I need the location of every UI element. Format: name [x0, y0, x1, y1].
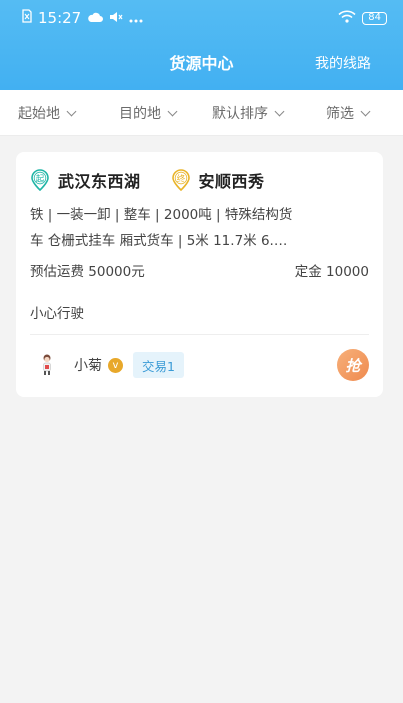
filter-origin-label: 起始地 [18, 106, 60, 122]
sim-icon [22, 9, 32, 27]
origin-text: 武汉东西湖 [58, 172, 141, 191]
wifi-icon [338, 9, 356, 27]
app-header: 15:27 84 货源中心 我的线路 [0, 0, 403, 90]
chevron-down-icon [274, 106, 285, 116]
filter-destination[interactable]: 目的地 [119, 90, 178, 136]
origin-pin-icon: 起 [30, 169, 50, 191]
more-icon [129, 9, 143, 27]
avatar[interactable] [36, 353, 58, 377]
route-destination: 终 安顺西秀 [171, 168, 265, 192]
cargo-details: 铁 | 一装一卸 | 整车 | 2000吨 | 特殊结构货 车 仓栅式挂车 厢式… [30, 202, 330, 254]
my-routes-link[interactable]: 我的线路 [315, 53, 371, 73]
nav-bar: 货源中心 我的线路 [0, 36, 403, 90]
cargo-card[interactable]: 起 武汉东西湖 终 安顺西秀 铁 | 一装一卸 | 整车 | 2000吨 | 特… [16, 152, 383, 397]
filter-sort-label: 默认排序 [212, 106, 268, 122]
shipper-row: 小菊 v 交易1 抢 [36, 348, 369, 382]
chevron-down-icon [360, 106, 371, 116]
remark: 小心行驶 [30, 306, 84, 322]
chevron-down-icon [167, 106, 178, 116]
filter-origin[interactable]: 起始地 [18, 90, 77, 136]
route-origin: 起 武汉东西湖 [30, 168, 141, 192]
cargo-line-2: 车 仓栅式挂车 厢式货车 | 5米 11.7米 6.… [30, 233, 288, 249]
chevron-down-icon [66, 106, 77, 116]
filter-destination-label: 目的地 [119, 106, 161, 122]
filter-screen-label: 筛选 [326, 106, 354, 122]
estimated-freight: 预估运费 50000元 [30, 264, 145, 280]
origin-badge-text: 起 [36, 174, 45, 184]
verified-badge-icon: v [108, 357, 123, 373]
filter-screen[interactable]: 筛选 [326, 90, 371, 136]
weather-icon [87, 9, 104, 27]
destination-pin-icon: 终 [171, 169, 191, 191]
cargo-line-1: 铁 | 一装一卸 | 整车 | 2000吨 | 特殊结构货 [30, 207, 293, 223]
battery-icon: 84 [362, 11, 387, 25]
filter-bar: 起始地 目的地 默认排序 筛选 [0, 90, 403, 136]
clock: 15:27 [38, 9, 82, 27]
deposit: 定金 10000 [294, 264, 369, 280]
trade-count-badge: 交易1 [133, 352, 184, 378]
grab-order-button[interactable]: 抢 [337, 349, 369, 381]
destination-badge-text: 终 [176, 173, 185, 184]
destination-text: 安顺西秀 [198, 172, 265, 191]
status-bar: 15:27 84 [0, 0, 403, 36]
shipper-name: 小菊 [74, 358, 102, 374]
mute-icon [109, 9, 123, 27]
route: 起 武汉东西湖 终 安顺西秀 [30, 168, 265, 192]
divider [30, 334, 369, 335]
filter-sort[interactable]: 默认排序 [212, 90, 285, 136]
price-row: 预估运费 50000元 定金 10000 [30, 260, 369, 280]
